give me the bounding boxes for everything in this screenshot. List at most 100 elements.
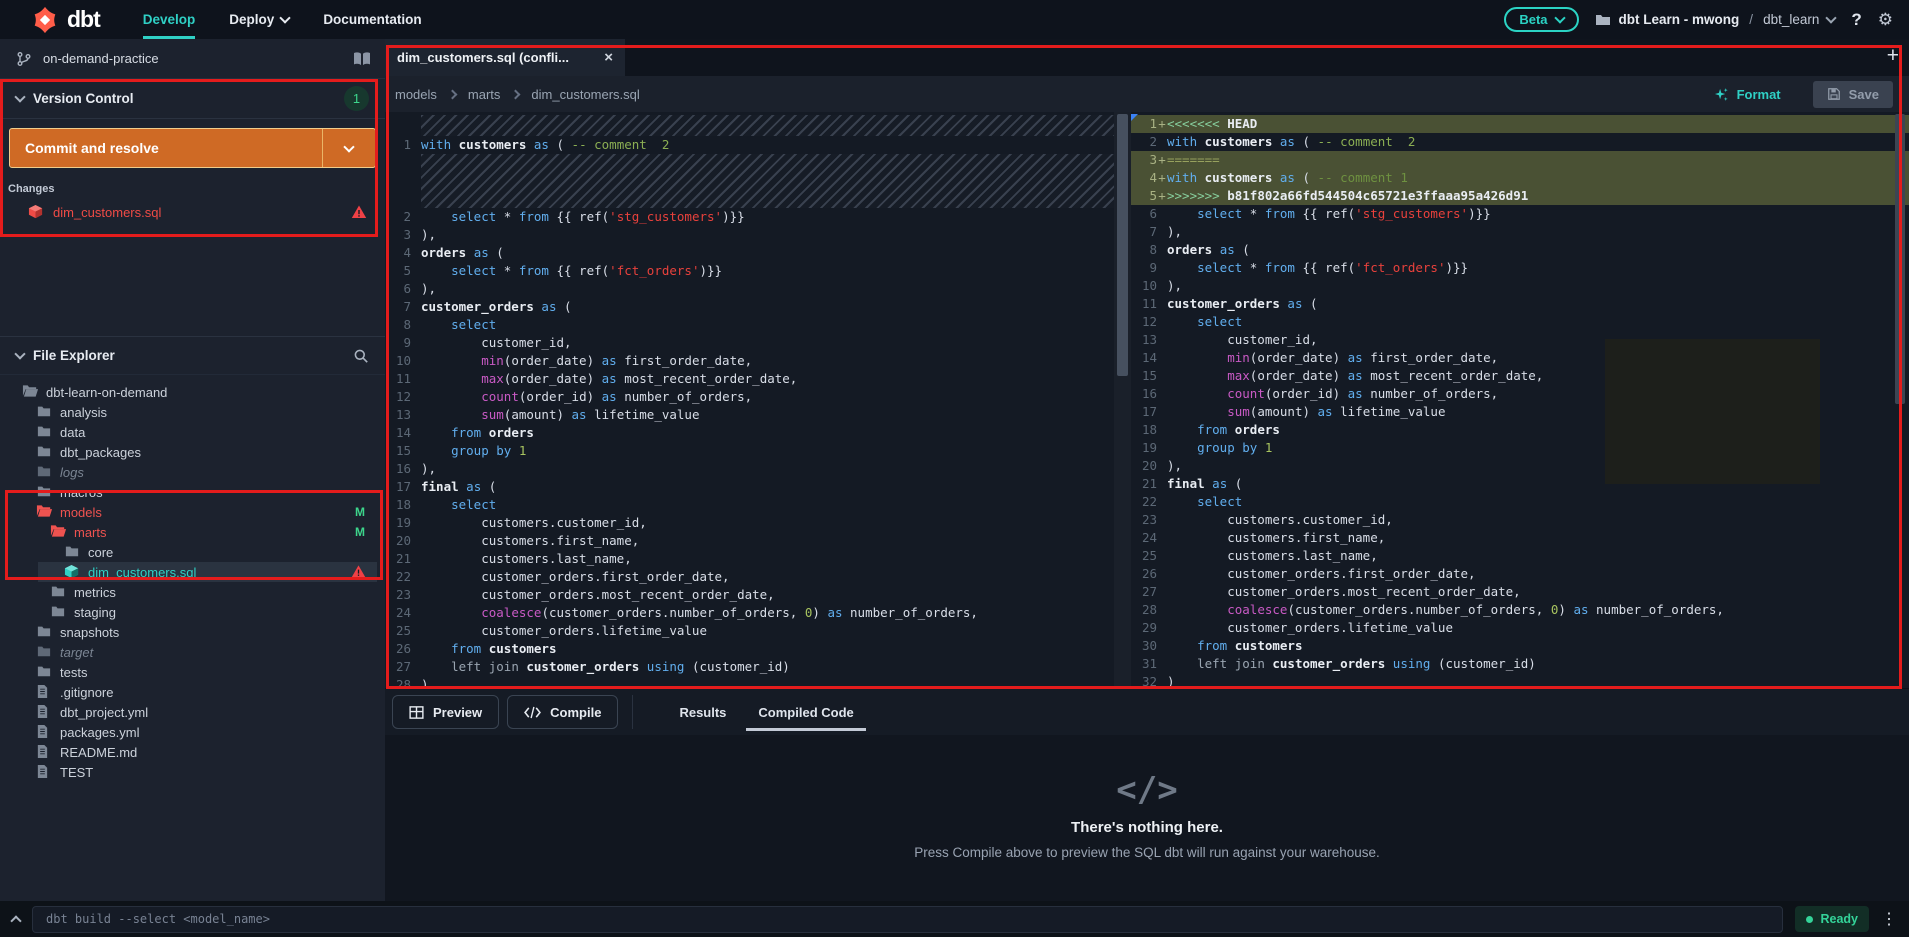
code-line[interactable]: 4 + with customers as ( -- comment 1: [1131, 169, 1909, 187]
code-line[interactable]: 25 customer_orders.lifetime_value: [385, 622, 1114, 640]
beta-dropdown[interactable]: Beta: [1504, 7, 1579, 32]
tree-item-target[interactable]: target: [0, 642, 385, 662]
code-line[interactable]: 27 customer_orders.most_recent_order_dat…: [1131, 583, 1909, 601]
tree-item-dbt-packages[interactable]: dbt_packages: [0, 442, 385, 462]
chevron-up-icon[interactable]: [10, 914, 22, 927]
tree-item-dbt-project-yml[interactable]: dbt_project.yml: [0, 702, 385, 722]
editor-tab[interactable]: dim_customers.sql (confli... ×: [385, 39, 625, 76]
code-line[interactable]: 6 ),: [385, 280, 1114, 298]
code-line[interactable]: 3 + =======: [1131, 151, 1909, 169]
scrollbar-thumb[interactable]: [1117, 114, 1128, 376]
code-line[interactable]: 22 select: [1131, 493, 1909, 511]
dbt-command-input[interactable]: [32, 905, 1784, 933]
docs-book-icon[interactable]: [353, 51, 370, 67]
new-tab-button[interactable]: +: [1887, 44, 1899, 68]
save-button[interactable]: Save: [1812, 80, 1893, 108]
file-explorer-header[interactable]: File Explorer: [0, 336, 385, 375]
code-line[interactable]: 28 ): [385, 676, 1114, 688]
nav-item-documentation[interactable]: Documentation: [323, 0, 421, 39]
code-line[interactable]: 30 from customers: [1131, 637, 1909, 655]
code-line[interactable]: 11 max(order_date) as most_recent_order_…: [385, 370, 1114, 388]
code-line[interactable]: 8 select: [385, 316, 1114, 334]
code-line[interactable]: 18 select: [385, 496, 1114, 514]
tab-results[interactable]: Results: [679, 689, 726, 735]
code-line[interactable]: 3 ),: [385, 226, 1114, 244]
settings-gear-icon[interactable]: ⚙: [1878, 10, 1893, 30]
code-line[interactable]: 19 customers.customer_id,: [385, 514, 1114, 532]
code-line[interactable]: 22 customer_orders.first_order_date,: [385, 568, 1114, 586]
code-line[interactable]: 25 customers.last_name,: [1131, 547, 1909, 565]
code-line[interactable]: 11 customer_orders as (: [1131, 295, 1909, 313]
code-line[interactable]: 14 from orders: [385, 424, 1114, 442]
dbt-logo[interactable]: dbt: [30, 5, 101, 35]
tree-item-models[interactable]: models M: [0, 502, 385, 522]
tree-item--gitignore[interactable]: .gitignore: [0, 682, 385, 702]
code-line[interactable]: 23 customer_orders.most_recent_order_dat…: [385, 586, 1114, 604]
commit-options-caret[interactable]: [322, 129, 375, 167]
code-line[interactable]: 21 customers.last_name,: [385, 550, 1114, 568]
code-line[interactable]: 12 count(order_id) as number_of_orders,: [385, 388, 1114, 406]
code-line[interactable]: 28 coalesce(customer_orders.number_of_or…: [1131, 601, 1909, 619]
tree-item-packages-yml[interactable]: packages.yml: [0, 722, 385, 742]
nav-item-develop[interactable]: Develop: [143, 0, 196, 39]
code-line[interactable]: 7 customer_orders as (: [385, 298, 1114, 316]
code-line[interactable]: 13 sum(amount) as lifetime_value: [385, 406, 1114, 424]
nav-item-deploy[interactable]: Deploy: [229, 0, 291, 39]
close-icon[interactable]: ×: [604, 49, 613, 66]
code-line[interactable]: 9 customer_id,: [385, 334, 1114, 352]
tab-compiled-code[interactable]: Compiled Code: [746, 689, 867, 735]
tree-item-test[interactable]: TEST: [0, 762, 385, 782]
code-line[interactable]: 2 with customers as ( -- comment 2: [1131, 133, 1909, 151]
tree-item-macros[interactable]: macros: [0, 482, 385, 502]
editor-pane-conflict[interactable]: 1 + <<<<<<< HEAD 2 with customers as ( -- c…: [1131, 112, 1909, 688]
code-line[interactable]: 4 orders as (: [385, 244, 1114, 262]
code-line[interactable]: 1 with customers as ( -- comment 2: [385, 136, 1114, 154]
tree-item-tests[interactable]: tests: [0, 662, 385, 682]
code-line[interactable]: 10 ),: [1131, 277, 1909, 295]
tree-item-dbt-learn-on-demand[interactable]: dbt-learn-on-demand: [0, 382, 385, 402]
code-line[interactable]: 24 customers.first_name,: [1131, 529, 1909, 547]
breadcrumb-item[interactable]: dim_customers.sql: [531, 87, 639, 102]
changed-file-row[interactable]: dim_customers.sql: [0, 200, 385, 224]
version-control-header[interactable]: Version Control 1: [0, 79, 385, 119]
editor-middle-scrollbar[interactable]: [1114, 112, 1131, 688]
help-button[interactable]: ?: [1851, 10, 1861, 30]
code-line[interactable]: 26 customer_orders.first_order_date,: [1131, 565, 1909, 583]
code-line[interactable]: 29 customer_orders.lifetime_value: [1131, 619, 1909, 637]
editor-pane-working[interactable]: 1 with customers as ( -- comment 2 2 sele…: [385, 112, 1114, 688]
code-line[interactable]: 24 coalesce(customer_orders.number_of_or…: [385, 604, 1114, 622]
code-line[interactable]: 1 + <<<<<<< HEAD: [1131, 115, 1909, 133]
tree-item-metrics[interactable]: metrics: [0, 582, 385, 602]
code-line[interactable]: 5 + >>>>>>> b81f802a66fd544504c65721e3ffaa…: [1131, 187, 1909, 205]
breadcrumb-item[interactable]: models: [395, 87, 437, 102]
code-line[interactable]: 20 customers.first_name,: [385, 532, 1114, 550]
tree-item-marts[interactable]: marts M: [0, 522, 385, 542]
preview-button[interactable]: Preview: [392, 695, 500, 729]
tree-item-dim-customers-sql[interactable]: dim_customers.sql: [0, 562, 385, 582]
code-line[interactable]: 31 left join customer_orders using (cust…: [1131, 655, 1909, 673]
code-line[interactable]: 27 left join customer_orders using (cust…: [385, 658, 1114, 676]
code-line[interactable]: 15 group by 1: [385, 442, 1114, 460]
search-icon[interactable]: [353, 348, 369, 364]
code-line[interactable]: 17 final as (: [385, 478, 1114, 496]
code-line[interactable]: 5 select * from {{ ref('fct_orders')}}: [385, 262, 1114, 280]
breadcrumb-item[interactable]: marts: [468, 87, 501, 102]
tree-item-readme-md[interactable]: README.md: [0, 742, 385, 762]
code-line[interactable]: 2 select * from {{ ref('stg_customers')}…: [385, 208, 1114, 226]
kebab-menu-icon[interactable]: ⋮: [1881, 909, 1897, 929]
code-line[interactable]: 6 select * from {{ ref('stg_customers')}…: [1131, 205, 1909, 223]
tree-item-core[interactable]: core: [0, 542, 385, 562]
project-selector[interactable]: dbt Learn - mwong / dbt_learn: [1595, 12, 1838, 28]
tree-item-data[interactable]: data: [0, 422, 385, 442]
code-line[interactable]: 8 orders as (: [1131, 241, 1909, 259]
code-line[interactable]: 23 customers.customer_id,: [1131, 511, 1909, 529]
tree-item-staging[interactable]: staging: [0, 602, 385, 622]
tree-item-logs[interactable]: logs: [0, 462, 385, 482]
commit-and-resolve-button[interactable]: Commit and resolve: [9, 128, 376, 168]
code-line[interactable]: 26 from customers: [385, 640, 1114, 658]
code-line[interactable]: 9 select * from {{ ref('fct_orders')}}: [1131, 259, 1909, 277]
code-line[interactable]: 32 ): [1131, 673, 1909, 688]
code-line[interactable]: 10 min(order_date) as first_order_date,: [385, 352, 1114, 370]
code-line[interactable]: 16 ),: [385, 460, 1114, 478]
branch-selector[interactable]: on-demand-practice: [0, 39, 385, 79]
